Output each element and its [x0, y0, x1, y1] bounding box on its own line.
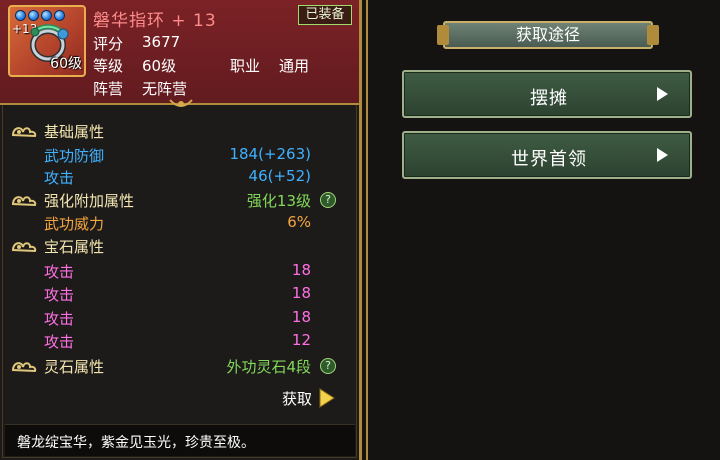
stat-label: 攻击 [44, 169, 75, 187]
faction-label: 阵营 [93, 80, 124, 98]
section-title: 基础属性 [44, 122, 105, 141]
item-description: 磐龙绽宝华，紫金见玉光，珍贵至极。 [17, 435, 255, 451]
section-title: 灵石属性 [44, 357, 105, 376]
section-enhance: 强化附加属性 [10, 189, 134, 211]
play-icon [657, 87, 668, 101]
gem-icon [41, 10, 52, 21]
help-icon[interactable]: ? [320, 358, 336, 374]
section-spirit: 灵石属性 [10, 355, 104, 377]
source-button-label: 摆摊 [530, 88, 568, 109]
section-base: 基础属性 [10, 120, 104, 142]
stat-value: 18 [291, 284, 311, 302]
arrow-right-icon [319, 388, 335, 408]
score-value: 3677 [142, 33, 181, 51]
source-button-world-boss[interactable]: 世界首领 [402, 131, 692, 179]
faction-value: 无阵营 [142, 80, 188, 98]
stat-value: 18 [291, 261, 311, 279]
stat-label: 攻击 [44, 286, 75, 304]
cloud-icon [11, 127, 37, 138]
gem-icon [28, 10, 39, 21]
score-label: 评分 [93, 35, 124, 53]
section-gem: 宝石属性 [10, 235, 104, 257]
source-panel: 获取途径 摆摊 世界首领 [366, 0, 720, 460]
cloud-icon [11, 196, 37, 207]
stat-value: 46(+52) [248, 167, 311, 185]
stat-value: 6% [287, 213, 311, 231]
spirit-stone-level: 外功灵石4段 [226, 358, 311, 376]
item-level-badge: 60级 [50, 56, 82, 72]
item-description-bar: 磐龙绽宝华，紫金见玉光，珍贵至极。 [5, 424, 355, 456]
cloud-icon [11, 242, 37, 253]
source-panel-title-bar: 获取途径 [437, 21, 659, 49]
class-value: 通用 [279, 57, 310, 75]
stat-label: 攻击 [44, 310, 75, 328]
cloud-icon [11, 362, 37, 373]
section-title: 强化附加属性 [44, 191, 135, 210]
enhance-level: 强化13级 [246, 192, 311, 210]
ornament-icon [169, 99, 193, 107]
item-icon-slot[interactable]: +13 60级 [8, 5, 86, 77]
source-button-label: 世界首领 [511, 149, 587, 170]
play-icon [657, 148, 668, 162]
level-value: 60级 [142, 57, 177, 75]
source-button-stall[interactable]: 摆摊 [402, 70, 692, 118]
level-label: 等级 [93, 57, 124, 75]
get-source-label: 获取 [282, 389, 313, 408]
gem-icon [15, 10, 26, 21]
section-title: 宝石属性 [44, 237, 105, 256]
class-label: 职业 [230, 57, 261, 75]
gem-icon [54, 10, 65, 21]
title-cap-left [437, 25, 449, 45]
stat-value: 12 [291, 331, 311, 349]
help-icon[interactable]: ? [320, 192, 336, 208]
stat-label: 攻击 [44, 333, 75, 351]
title-cap-right [647, 25, 659, 45]
stat-label: 攻击 [44, 263, 75, 281]
source-panel-title: 获取途径 [515, 25, 580, 44]
stat-label: 武功防御 [44, 147, 105, 165]
item-name: 磐华指环 + 13 [93, 11, 217, 31]
stat-value: 18 [291, 308, 311, 326]
item-tooltip-panel: +13 60级 磐华指环 + 13 已装备 评分 3677 等级 60级 职业 … [0, 0, 362, 460]
item-header: +13 60级 磐华指环 + 13 已装备 评分 3677 等级 60级 职业 … [0, 0, 359, 105]
stat-value: 184(+263) [229, 145, 311, 163]
get-source-button[interactable]: 获取 [282, 385, 336, 411]
equipped-badge: 已装备 [298, 5, 352, 25]
stat-label: 武功威力 [44, 215, 105, 233]
gem-slots [15, 10, 65, 21]
